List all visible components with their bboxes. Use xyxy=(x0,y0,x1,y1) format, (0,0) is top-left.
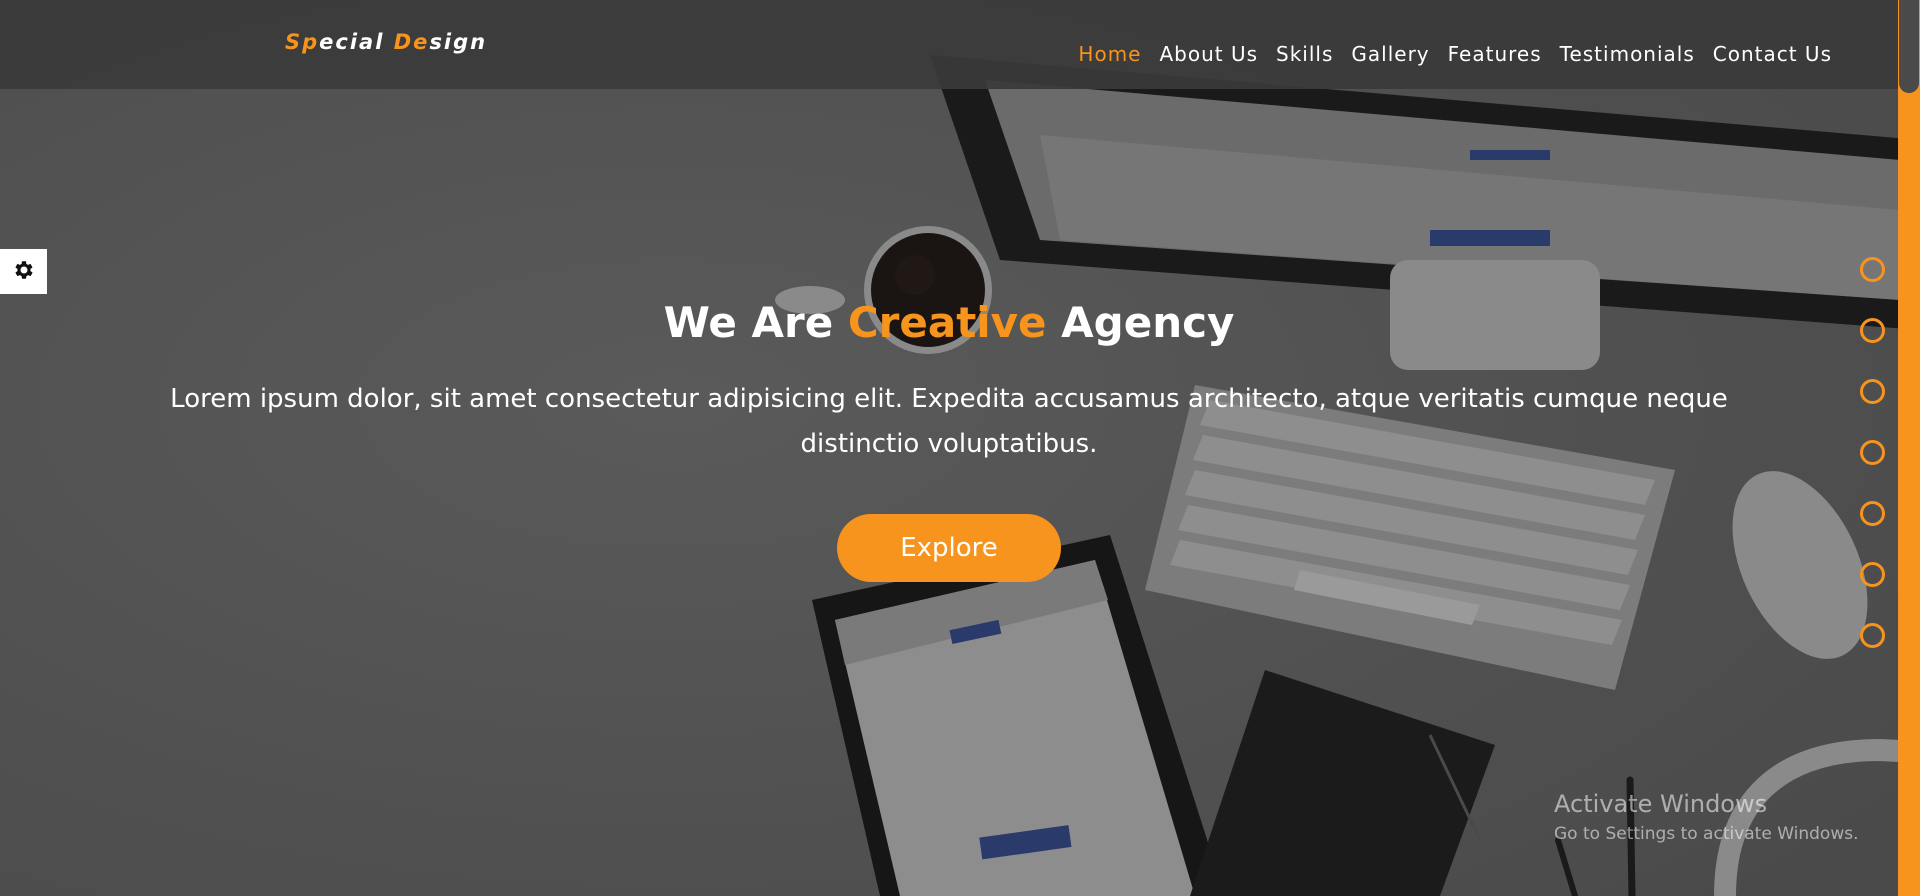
hero-title-before: We Are xyxy=(663,298,848,347)
watermark-title: Activate Windows xyxy=(1554,790,1768,818)
section-bullet[interactable] xyxy=(1860,623,1885,648)
hero-title-highlight: Creative xyxy=(847,298,1047,347)
main-nav: Home About Us Skills Gallery Features Te… xyxy=(1060,42,1832,66)
nav-link-features[interactable]: Features xyxy=(1448,42,1542,66)
section-bullet[interactable] xyxy=(1860,501,1885,526)
logo-part: De xyxy=(393,30,430,54)
site-logo[interactable]: Special Design xyxy=(285,30,487,54)
watermark-subtitle: Go to Settings to activate Windows. xyxy=(1554,824,1859,844)
logo-part: sign xyxy=(429,30,488,54)
hero-title: We Are Creative Agency xyxy=(0,298,1898,347)
hero-section: We Are Creative Agency Lorem ipsum dolor… xyxy=(0,298,1898,582)
nav-link-about-us[interactable]: About Us xyxy=(1159,42,1258,66)
scrollbar-thumb[interactable] xyxy=(1899,0,1919,93)
hero-title-after: Agency xyxy=(1046,298,1235,347)
nav-link-contact-us[interactable]: Contact Us xyxy=(1713,42,1832,66)
gear-icon xyxy=(12,258,36,286)
nav-link-home[interactable]: Home xyxy=(1078,42,1141,66)
section-bullet[interactable] xyxy=(1860,562,1885,587)
settings-toggle-button[interactable] xyxy=(0,249,47,294)
section-bullets xyxy=(1860,257,1885,684)
section-bullet[interactable] xyxy=(1860,440,1885,465)
site-header: Special Design Home About Us Skills Gall… xyxy=(0,0,1898,89)
logo-part: ecial xyxy=(319,30,394,54)
nav-link-gallery[interactable]: Gallery xyxy=(1351,42,1429,66)
section-bullet[interactable] xyxy=(1860,318,1885,343)
page-scrollbar[interactable] xyxy=(1898,0,1920,896)
section-bullet[interactable] xyxy=(1860,379,1885,404)
logo-part: Sp xyxy=(285,30,320,54)
activate-windows-watermark: Activate Windows Go to Settings to activ… xyxy=(1554,790,1859,844)
nav-link-skills[interactable]: Skills xyxy=(1276,42,1333,66)
hero-description: Lorem ipsum dolor, sit amet consectetur … xyxy=(170,384,1728,459)
nav-link-testimonials[interactable]: Testimonials xyxy=(1560,42,1695,66)
landing-page: Special Design Home About Us Skills Gall… xyxy=(0,0,1920,896)
explore-button[interactable]: Explore xyxy=(837,514,1061,582)
section-bullet[interactable] xyxy=(1860,257,1885,282)
